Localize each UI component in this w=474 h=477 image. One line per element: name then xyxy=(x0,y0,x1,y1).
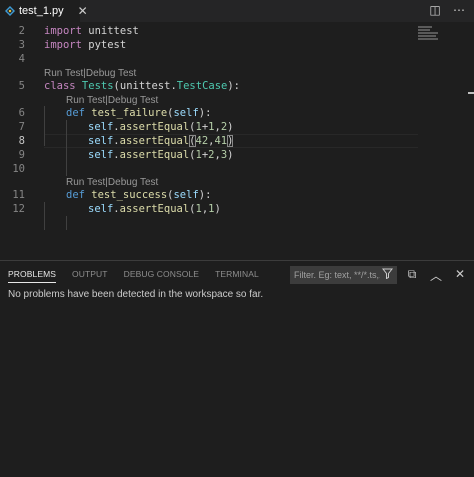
line-number[interactable]: 3 xyxy=(0,39,25,51)
filter-input[interactable] xyxy=(294,270,380,280)
code-line: 10 xyxy=(0,162,474,176)
debug-test-link[interactable]: Debug Test xyxy=(108,95,158,106)
line-number[interactable]: 8 xyxy=(0,135,25,147)
code-text[interactable]: self.assertEqual(1+1,2) xyxy=(88,121,233,133)
code-lens: Run Test | Debug Test xyxy=(44,67,136,79)
code-line: 4 xyxy=(0,52,474,66)
panel-tabs: PROBLEMS OUTPUT DEBUG CONSOLE TERMINAL xyxy=(8,269,259,283)
line-number[interactable]: 9 xyxy=(0,149,25,161)
indent-guide xyxy=(66,216,67,230)
debug-test-link[interactable]: Debug Test xyxy=(108,177,158,188)
problems-message: No problems have been detected in the wo… xyxy=(8,289,264,300)
tab-label: test_1.py xyxy=(19,5,64,17)
collapse-all-icon[interactable]: ⧉ xyxy=(406,267,418,284)
code-line: 5 class Tests(unittest.TestCase): xyxy=(0,79,474,93)
panel-tab-output[interactable]: OUTPUT xyxy=(72,269,108,283)
run-test-link[interactable]: Run Test xyxy=(44,68,83,79)
code-line: 12 self.assertEqual(1,1) xyxy=(0,202,474,216)
close-icon[interactable]: ✕ xyxy=(78,4,88,18)
panel-tab-debug-console[interactable]: DEBUG CONSOLE xyxy=(124,269,199,283)
code-line: 2 import unittest xyxy=(0,24,474,38)
code-text[interactable]: self.assertEqual(42,41) xyxy=(88,135,234,147)
code-text[interactable]: class Tests(unittest.TestCase): xyxy=(44,80,240,92)
run-test-link[interactable]: Run Test xyxy=(66,95,105,106)
debug-test-link[interactable]: Debug Test xyxy=(86,68,136,79)
code-text[interactable]: def test_failure(self): xyxy=(66,107,211,119)
line-number[interactable]: 10 xyxy=(0,163,25,175)
code-editor[interactable]: Run Test | Debug Test Run Test | Debug Te… xyxy=(0,22,474,260)
tab-test-1-py[interactable]: test_1.py ✕ xyxy=(0,0,88,22)
code-line: 8 self.assertEqual(42,41) xyxy=(0,134,474,148)
python-file-icon xyxy=(5,6,15,16)
code-lens: Run Test | Debug Test xyxy=(66,176,158,188)
code-line: 6 def test_failure(self): xyxy=(0,106,474,120)
code-line: 11 def test_success(self): xyxy=(0,188,474,202)
code-text[interactable]: import unittest xyxy=(44,25,139,37)
code-text[interactable]: import pytest xyxy=(44,39,126,51)
problems-filter[interactable] xyxy=(290,266,397,284)
maximize-panel-icon[interactable]: ︿ xyxy=(430,267,442,284)
code-text[interactable]: self.assertEqual(1,1) xyxy=(88,203,221,215)
split-editor-icon[interactable]: ◫ xyxy=(428,3,442,17)
code-line: 9 self.assertEqual(1+2,3) xyxy=(0,148,474,162)
panel-tab-terminal[interactable]: TERMINAL xyxy=(215,269,259,283)
code-lens: Run Test | Debug Test xyxy=(66,94,158,106)
line-number[interactable]: 7 xyxy=(0,121,25,133)
panel-tab-problems[interactable]: PROBLEMS xyxy=(8,269,57,283)
more-actions-icon[interactable]: ⋯ xyxy=(452,3,466,17)
run-test-link[interactable]: Run Test xyxy=(66,177,105,188)
code-line: 7 self.assertEqual(1+1,2) xyxy=(0,120,474,134)
code-text[interactable]: def test_success(self): xyxy=(66,189,211,201)
line-number[interactable]: 11 xyxy=(0,189,25,201)
tab-bar: test_1.py ✕ ◫ ⋯ xyxy=(0,0,474,22)
line-number[interactable]: 6 xyxy=(0,107,25,119)
line-number[interactable]: 2 xyxy=(0,25,25,37)
line-number[interactable]: 4 xyxy=(0,53,25,65)
code-line: 3 import pytest xyxy=(0,38,474,52)
close-panel-icon[interactable]: ✕ xyxy=(454,267,466,284)
bottom-panel: PROBLEMSOUTPUTDEBUG CONSOLETERMINAL ⧉ ︿ … xyxy=(0,260,474,477)
filter-icon[interactable] xyxy=(381,268,394,282)
line-number[interactable]: 12 xyxy=(0,203,25,215)
code-text[interactable]: self.assertEqual(1+2,3) xyxy=(88,149,233,161)
line-number[interactable]: 5 xyxy=(0,80,25,92)
